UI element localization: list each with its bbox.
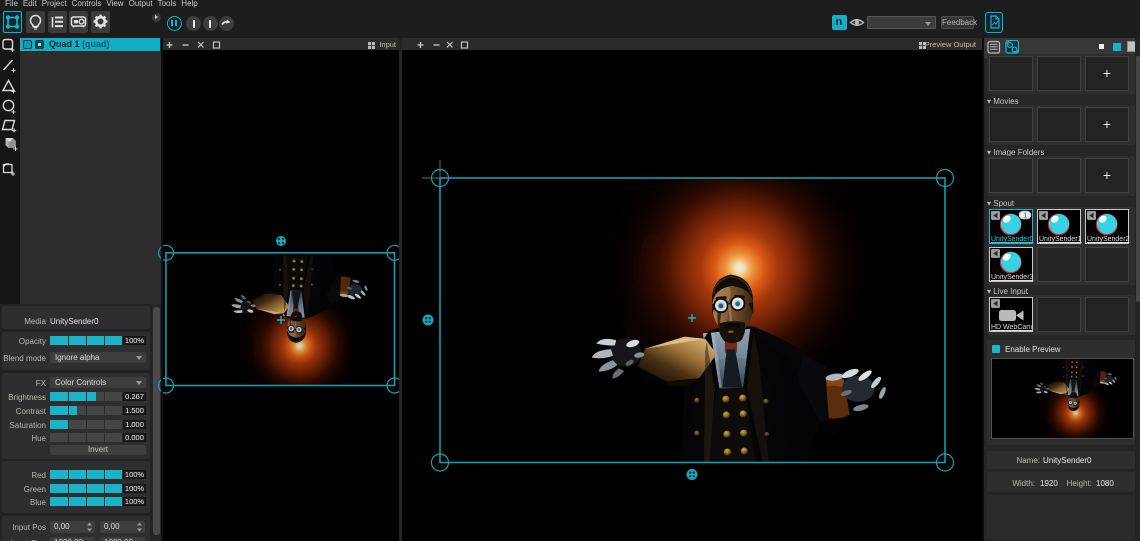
svg-text:+: + xyxy=(11,86,16,96)
svg-text:1: 1 xyxy=(1023,212,1027,219)
svg-text:+: + xyxy=(11,169,16,179)
svg-text:+: + xyxy=(11,65,16,75)
svg-text:+: + xyxy=(10,45,15,55)
svg-text:+: + xyxy=(13,144,18,154)
svg-text:+: + xyxy=(11,107,16,117)
svg-text:+: + xyxy=(12,125,17,135)
